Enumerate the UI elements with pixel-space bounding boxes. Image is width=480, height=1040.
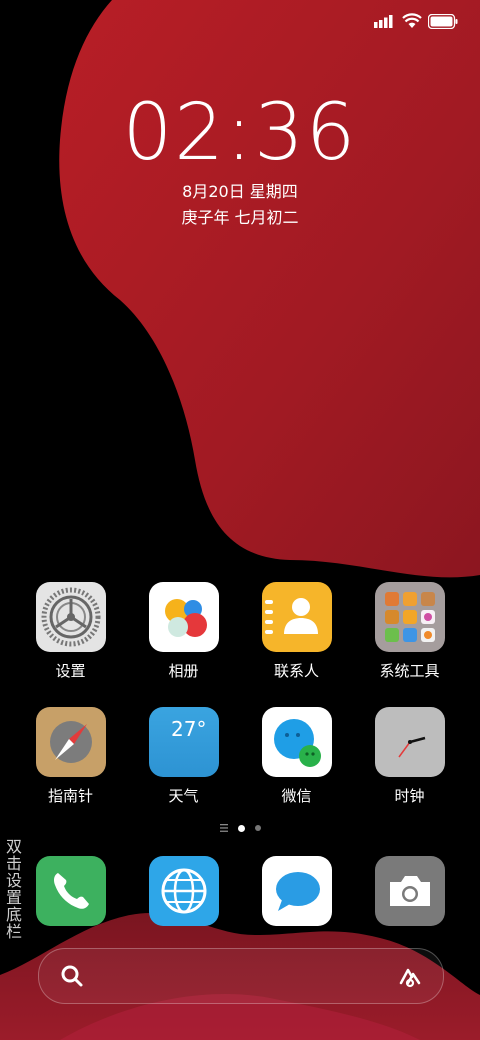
clock-icon — [374, 707, 445, 777]
dock-browser[interactable] — [127, 856, 240, 926]
clock-time[interactable]: 02:36 — [0, 88, 480, 178]
app-label: 联系人 — [273, 662, 319, 680]
clock-date: 8月20日 星期四 — [182, 182, 298, 201]
app-clock[interactable]: 时钟 — [353, 707, 466, 806]
folder-icon — [374, 582, 445, 652]
phone-icon — [35, 856, 106, 926]
settings-gear-icon — [35, 582, 106, 652]
status-bar — [374, 10, 458, 32]
dock-messages[interactable] — [240, 856, 353, 926]
gallery-icon — [148, 582, 219, 652]
app-grid-row-1: 设置 相册 联系人 系统工具 — [14, 582, 466, 681]
app-label: 时钟 — [394, 787, 425, 805]
page-dot — [254, 825, 261, 831]
battery-icon — [428, 13, 458, 29]
camera-icon — [374, 856, 445, 926]
dock-phone[interactable] — [14, 856, 127, 926]
app-compass[interactable]: 指南针 — [14, 707, 127, 806]
signal-bars-icon — [374, 15, 393, 28]
page-indicator[interactable] — [0, 824, 480, 832]
browser-icon — [148, 856, 219, 926]
app-label: 相册 — [168, 662, 199, 680]
page-indicator-menu-icon — [219, 824, 228, 832]
compass-icon — [35, 707, 106, 777]
app-label: 设置 — [55, 662, 86, 680]
app-contacts[interactable]: 联系人 — [240, 582, 353, 681]
app-weather[interactable]: 27° 天气 — [127, 707, 240, 806]
weather-icon: 27° — [148, 707, 219, 777]
search-icon[interactable] — [59, 963, 85, 989]
contacts-icon — [261, 582, 332, 652]
search-bar[interactable] — [38, 948, 444, 1004]
messages-icon — [261, 856, 332, 926]
app-grid-row-2: 指南针 27° 天气 微信 时钟 — [14, 707, 466, 806]
app-wechat[interactable]: 微信 — [240, 707, 353, 806]
app-label: 天气 — [168, 787, 199, 805]
weather-temperature: 27° — [171, 717, 207, 741]
app-gallery[interactable]: 相册 — [127, 582, 240, 681]
app-settings[interactable]: 设置 — [14, 582, 127, 681]
dock-camera[interactable] — [353, 856, 466, 926]
app-label: 指南针 — [47, 787, 93, 805]
app-label: 系统工具 — [379, 662, 440, 680]
dock — [14, 856, 466, 926]
app-label: 微信 — [281, 787, 312, 805]
clock-lunar-date: 庚子年 七月初二 — [181, 208, 299, 227]
assistant-icon[interactable] — [397, 963, 423, 989]
wechat-icon — [261, 707, 332, 777]
page-dot-active — [237, 824, 245, 832]
wifi-icon — [402, 13, 422, 28]
app-folder-system-tools[interactable]: 系统工具 — [353, 582, 466, 681]
